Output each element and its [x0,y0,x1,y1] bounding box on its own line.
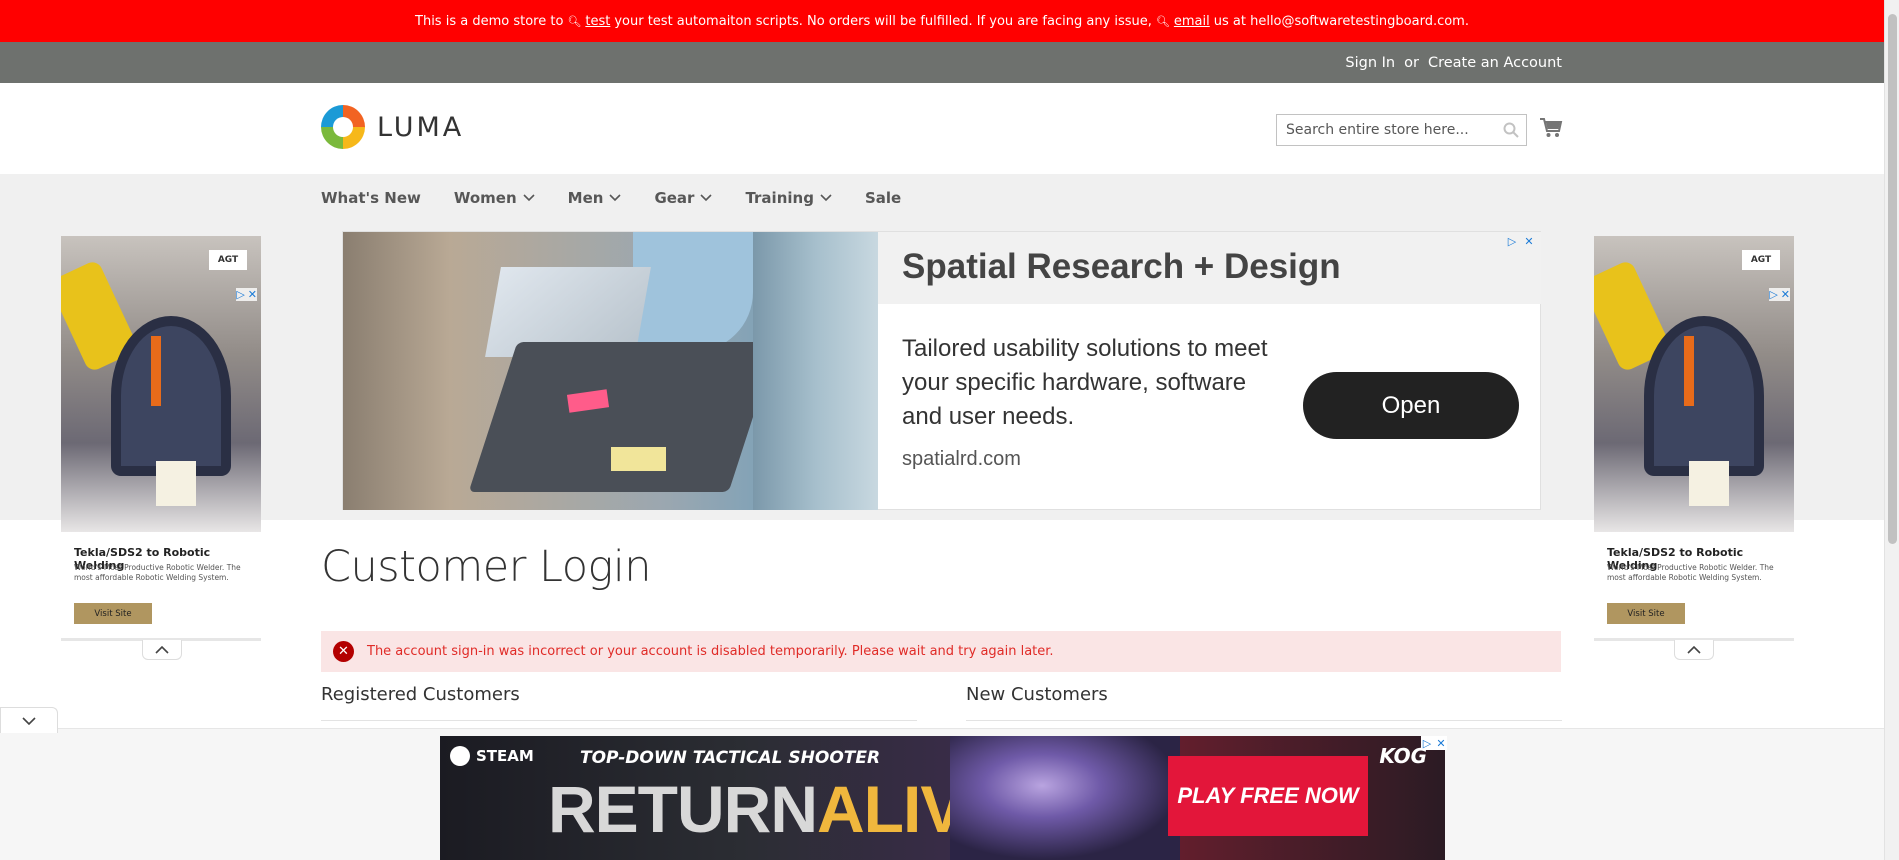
divider [321,720,917,721]
visit-site-button[interactable]: Visit Site [1607,603,1685,624]
visit-site-button[interactable]: Visit Site [74,603,152,624]
banner-email-link[interactable]: email [1174,14,1210,29]
close-icon[interactable]: ✕ [248,288,257,301]
header-links: Sign In or Create an Account [1345,42,1562,83]
error-message: ✕ The account sign-in was incorrect or y… [321,631,1561,672]
adchoices-icon[interactable]: ▷ [1769,288,1777,301]
new-customers-title: New Customers [966,684,1108,705]
search-icon[interactable] [1502,121,1520,139]
panel-header: Sign In or Create an Account [0,42,1884,83]
ad-title: Spatial Research + Design [902,247,1341,286]
ad-headline: RETURNALIVE [548,772,1007,846]
nav-item-label: Women [453,189,517,207]
nav-item-label: Sale [864,189,902,207]
agt-logo: AGT [1742,250,1780,270]
chevron-down-icon [700,194,713,202]
adchoices-icon[interactable]: ▷ [1421,736,1433,750]
chevron-down-icon [22,716,36,725]
chevron-down-icon [820,194,832,202]
nav-item-gear[interactable]: Gear [654,189,713,207]
close-icon[interactable]: ✕ [1522,234,1536,248]
nav-item-men[interactable]: Men [568,189,622,207]
page-title: Customer Login [321,542,652,592]
nav-item-label: Training [745,189,814,207]
kog-logo: KOG [1379,744,1427,768]
error-icon: ✕ [333,641,354,662]
banner-text-2: your test automaiton scripts. No orders … [614,13,1152,29]
ad-title-band: Spatial Research + Design [878,232,1541,304]
bottom-ad-banner[interactable]: STEAM TOP-DOWN TACTICAL SHOOTER RETURNAL… [440,736,1445,860]
side-ad-left[interactable]: AGT ▷ ✕ Tekla/SDS2 to Robotic Welding Wo… [61,236,261,641]
collapse-ad-button[interactable] [1674,640,1714,660]
chevron-down-icon [609,194,622,202]
ad-open-button[interactable]: Open [1303,372,1519,439]
headline-part-1: RETURN [548,772,818,846]
adchoices-icon[interactable]: ▷ [1505,234,1519,248]
side-ad-desc: World's Most Productive Robotic Welder. … [1607,563,1774,582]
demo-notice-banner: This is a demo store to 🔍︎ test your tes… [0,0,1884,42]
agt-logo: AGT [209,250,247,270]
search-box [1276,114,1527,146]
error-text: The account sign-in was incorrect or you… [367,644,1054,659]
ad-photo [343,232,878,510]
sign-in-link[interactable]: Sign In [1345,55,1395,71]
create-account-link[interactable]: Create an Account [1428,55,1562,71]
ad-character-art [950,736,1180,860]
ad-choices: ▷ ✕ [1421,736,1447,750]
magnifier-icon: 🔍︎ [567,14,582,28]
adchoices-icon[interactable]: ▷ [236,288,244,301]
chevron-up-icon [1687,645,1701,654]
side-ad-image [61,236,261,532]
chevron-up-icon [155,645,169,654]
ad-body: Tailored usability solutions to meet you… [902,335,1268,430]
header-content: LUMA [0,83,1884,174]
nav-item-label: Gear [654,189,695,207]
magnifier-icon: 🔍︎ [1155,14,1170,28]
close-icon[interactable]: ✕ [1435,736,1447,750]
logo-text: LUMA [377,111,465,143]
collapse-ad-button[interactable] [142,640,182,660]
luma-logo-icon [321,105,365,149]
steam-brand: STEAM [450,746,534,766]
dock-collapse-button[interactable] [0,707,58,733]
nav-item-training[interactable]: Training [745,189,832,207]
banner-text-1: This is a demo store to [415,13,564,29]
search-input[interactable] [1277,115,1487,145]
or-text: or [1404,54,1419,71]
close-icon[interactable]: ✕ [1781,288,1790,301]
banner-text-3: us at hello@softwaretestingboard.com. [1213,13,1469,29]
cart-icon[interactable] [1539,117,1563,139]
divider [966,720,1562,721]
scrollbar-thumb[interactable] [1888,14,1897,544]
ad-tagline: TOP-DOWN TACTICAL SHOOTER [580,748,881,768]
nav-item-women[interactable]: Women [454,189,535,207]
steam-label: STEAM [476,747,534,765]
ad-choices: ▷ ✕ [1769,288,1790,301]
nav-item-whats-new[interactable]: What's New [321,189,421,207]
play-free-button[interactable]: PLAY FREE NOW [1168,756,1368,836]
registered-customers-title: Registered Customers [321,684,520,705]
luma-logo[interactable]: LUMA [321,105,464,149]
steam-icon [450,746,470,766]
nav-item-sale[interactable]: Sale [865,189,901,207]
side-ad-right[interactable]: AGT ▷ ✕ Tekla/SDS2 to Robotic Welding Wo… [1594,236,1794,641]
nav-item-label: What's New [321,189,421,207]
chevron-down-icon [523,194,535,202]
scrollbar[interactable] [1884,0,1899,860]
ad-choices: ▷ ✕ [1505,234,1536,248]
banner-test-link[interactable]: test [585,14,610,29]
side-ad-desc: World's Most Productive Robotic Welder. … [74,563,241,582]
ad-banner-main[interactable]: Spatial Research + Design Tailored usabi… [342,231,1541,510]
page: This is a demo store to 🔍︎ test your tes… [0,0,1899,860]
ad-choices: ▷ ✕ [236,288,257,301]
nav-item-label: Men [567,189,604,207]
main-nav: What's New Women Men Gear Training Sale [321,174,934,222]
side-ad-image [1594,236,1794,532]
ad-domain: spatialrd.com [902,448,1021,470]
